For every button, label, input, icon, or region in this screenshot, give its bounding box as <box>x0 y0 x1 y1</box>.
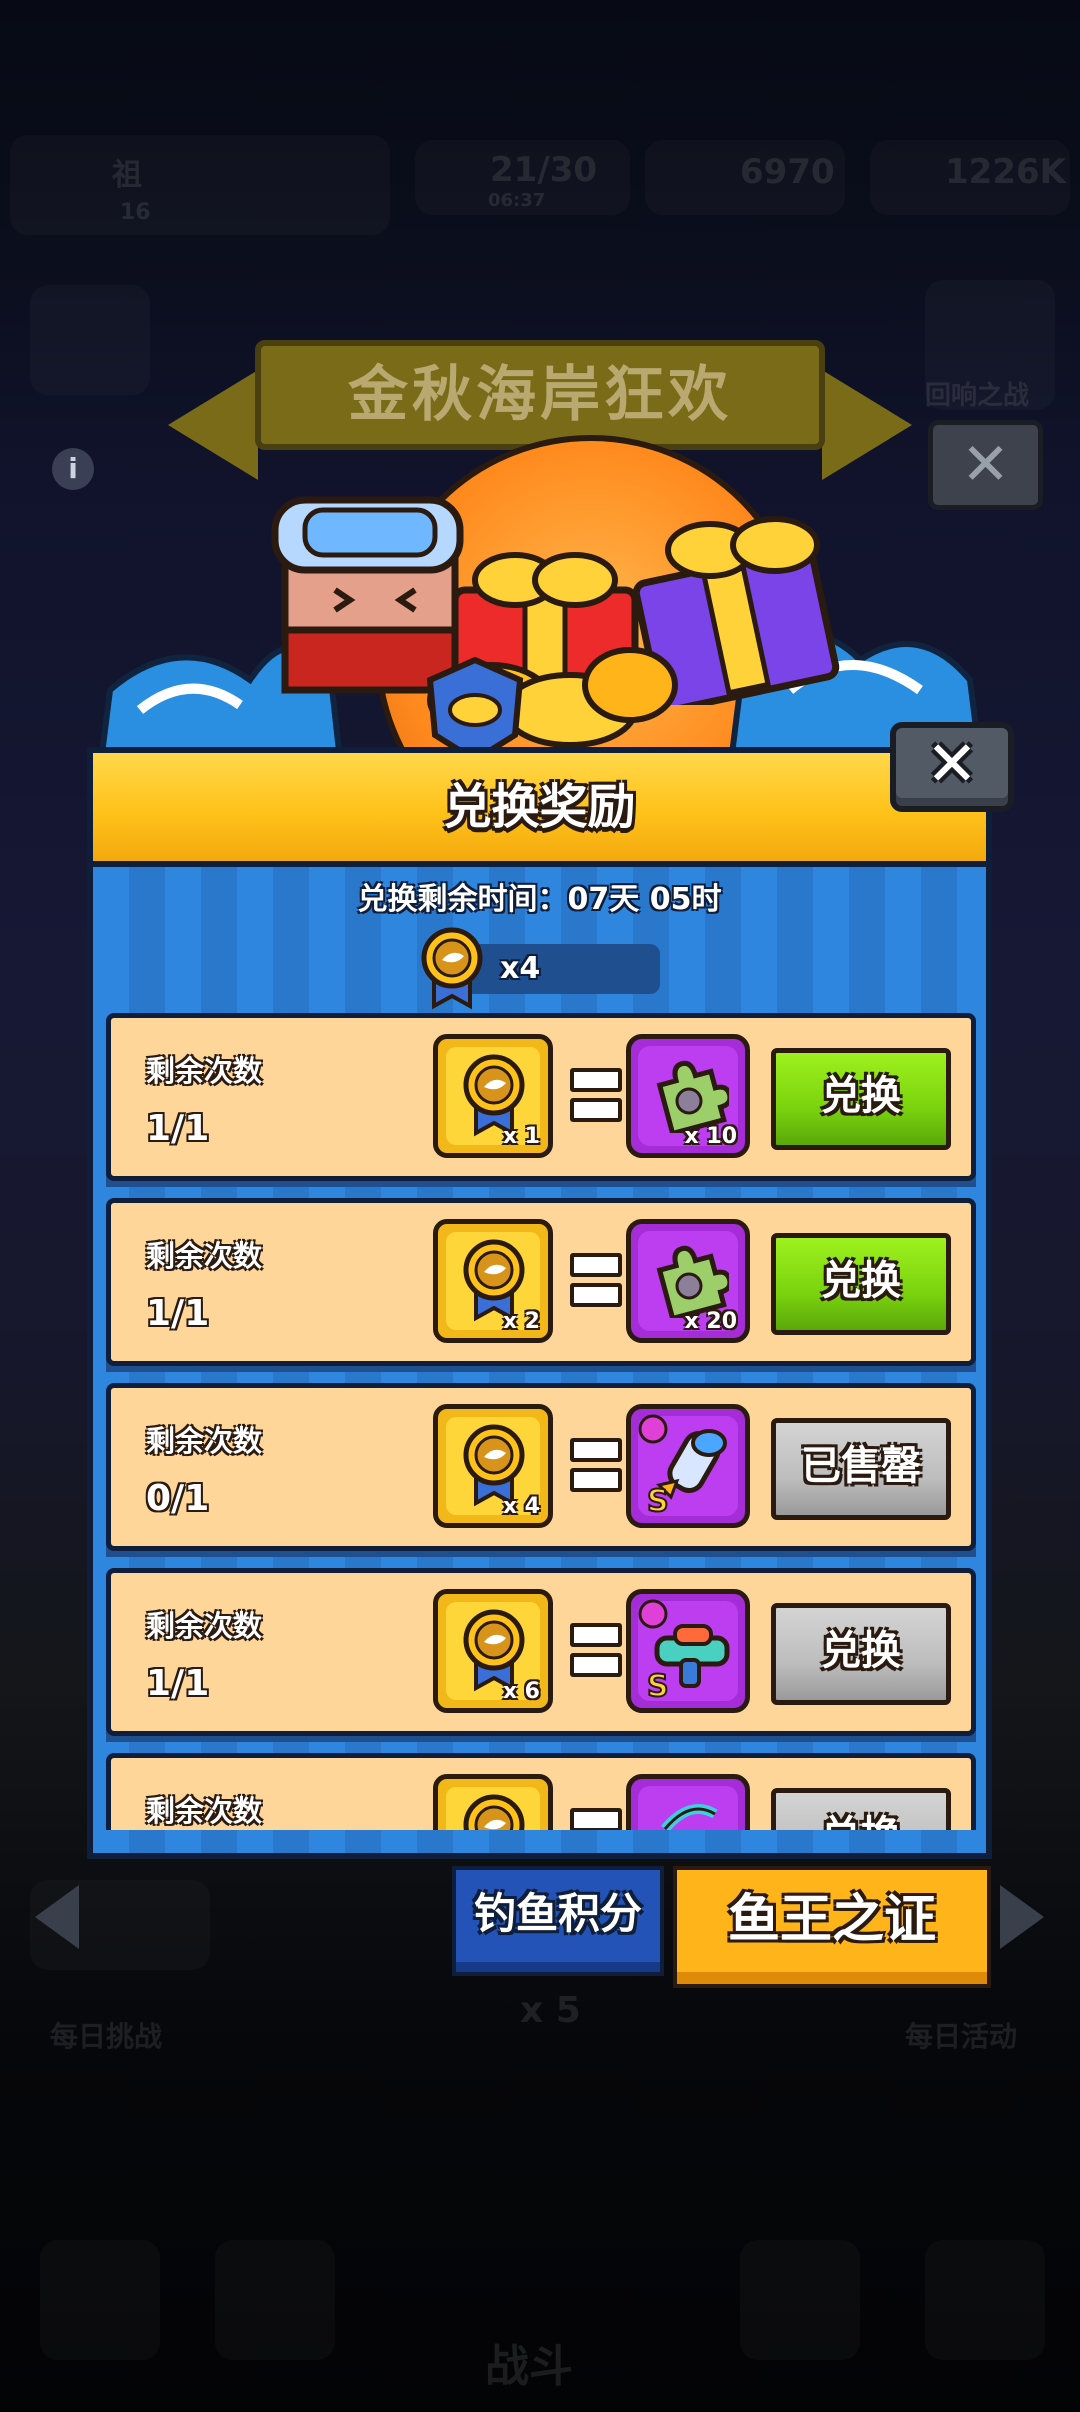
equals-bar-bottom <box>570 1653 622 1677</box>
cost-quantity: x 2 <box>502 1309 540 1334</box>
equals-bar-top <box>570 1438 622 1462</box>
exchange-button-label: 兑换 <box>821 1628 901 1674</box>
water-gun-icon: S <box>638 1599 730 1702</box>
exchange-button[interactable]: 兑换 <box>771 1233 951 1335</box>
reward-item[interactable]: S <box>626 1404 750 1528</box>
cost-quantity: x 6 <box>502 1679 540 1704</box>
exchange-button-label: 兑换 <box>821 1258 901 1304</box>
remaining-label: 剩余次数 <box>146 1794 263 1828</box>
reward-item[interactable] <box>626 1774 750 1830</box>
equals-icon <box>564 1426 624 1506</box>
exchange-row: 剩余次数 兑换 <box>106 1753 976 1830</box>
remaining-label: 剩余次数 <box>146 1609 263 1643</box>
info-icon[interactable]: i <box>52 448 94 490</box>
sold-out-label: 已售罄 <box>801 1443 921 1489</box>
equals-bar-bottom <box>570 1098 622 1122</box>
remaining-count: 0/1 <box>146 1478 210 1519</box>
svg-text:S: S <box>647 1669 669 1702</box>
tab-fish-king-certificate-label: 鱼王之证 <box>727 1890 936 1950</box>
reward-item[interactable]: x 10 <box>626 1034 750 1158</box>
equals-icon <box>564 1611 624 1691</box>
prev-arrow-icon[interactable] <box>35 1885 79 1949</box>
cost-quantity: x 4 <box>502 1494 540 1519</box>
exchange-row: 剩余次数 1/1 x 6 S 兑换 <box>106 1568 976 1736</box>
cost-item: x 1 <box>433 1034 553 1158</box>
remaining-label: 剩余次数 <box>146 1424 263 1458</box>
modal-title: 兑换奖励 <box>443 779 636 835</box>
exchange-button-disabled[interactable]: 兑换 <box>771 1603 951 1705</box>
exchange-row: 剩余次数 0/1 x 4 S 已售罄 <box>106 1383 976 1551</box>
token-balance: x4 <box>500 951 541 986</box>
puzzle-piece-icon <box>656 1245 729 1318</box>
bow-icon <box>661 1804 718 1830</box>
svg-text:S: S <box>647 1484 669 1517</box>
cost-item: x 4 <box>433 1404 553 1528</box>
reward-item[interactable]: x 20 <box>626 1219 750 1343</box>
equals-bar-top <box>570 1253 622 1277</box>
puzzle-piece-icon <box>656 1060 729 1133</box>
close-icon[interactable]: ✕ <box>890 722 1014 806</box>
sold-out-button: 已售罄 <box>771 1418 951 1520</box>
banner-left-arrow <box>168 370 258 480</box>
medal-token-icon <box>463 1794 525 1830</box>
exchange-row: 剩余次数 1/1 x 1 x 10 兑换 <box>106 1013 976 1181</box>
cost-quantity: x 1 <box>502 1124 540 1149</box>
equals-icon <box>564 1241 624 1321</box>
background-close-icon: ✕ <box>928 420 1043 510</box>
equals-bar-bottom <box>570 1468 622 1492</box>
remaining-count: 1/1 <box>146 1293 210 1334</box>
event-banner-title: 金秋海岸狂欢 <box>348 360 732 430</box>
tab-fishing-points-label: 钓鱼积分 <box>473 1889 642 1938</box>
equals-bar-top <box>570 1808 622 1830</box>
exchange-row: 剩余次数 1/1 x 2 x 20 兑换 <box>106 1198 976 1366</box>
remaining-label: 剩余次数 <box>146 1239 263 1273</box>
remaining-count: 1/1 <box>146 1108 210 1149</box>
cost-item: x 6 <box>433 1589 553 1713</box>
equals-bar-bottom <box>570 1283 622 1307</box>
exchange-list[interactable]: 剩余次数 1/1 x 1 x 10 兑换 剩余次数 1/1 x 2 x 20 兑… <box>93 1005 986 1830</box>
exchange-timer: 兑换剩余时间：07天 05时 <box>357 882 722 917</box>
equals-bar-top <box>570 1623 622 1647</box>
cost-item: x 2 <box>433 1219 553 1343</box>
rocket-gauntlet-icon: S <box>638 1414 727 1517</box>
equals-bar-top <box>570 1068 622 1092</box>
reward-item[interactable]: S <box>626 1589 750 1713</box>
next-arrow-icon[interactable] <box>1000 1885 1044 1949</box>
medal-token-icon <box>421 927 483 1010</box>
exchange-button-label: 兑换 <box>776 1793 946 1830</box>
reward-quantity: x 10 <box>684 1124 737 1149</box>
banner-right-arrow <box>822 370 912 480</box>
equals-icon <box>564 1056 624 1136</box>
cost-item <box>433 1774 553 1830</box>
reward-quantity: x 20 <box>684 1309 737 1334</box>
remaining-label: 剩余次数 <box>146 1054 263 1088</box>
remaining-count: 1/1 <box>146 1663 210 1704</box>
exchange-button[interactable]: 兑换 <box>771 1048 951 1150</box>
equals-icon <box>564 1796 624 1830</box>
exchange-button-label: 兑换 <box>821 1073 901 1119</box>
exchange-button-disabled[interactable]: 兑换 <box>771 1788 951 1830</box>
